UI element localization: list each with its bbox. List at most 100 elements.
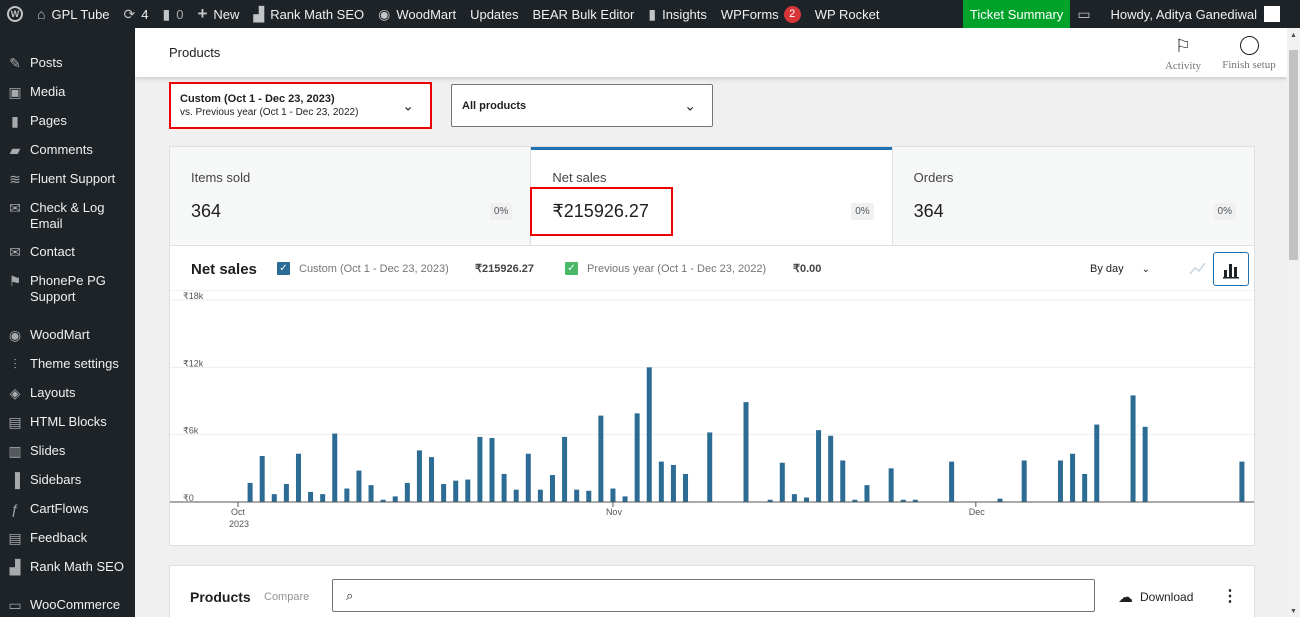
updates-text-link[interactable]: Updates <box>463 0 525 28</box>
date-range-dropdown[interactable]: Custom (Oct 1 - Dec 23, 2023) vs. Previo… <box>169 83 431 128</box>
sidebar-item-cartflows[interactable]: ƒ CartFlows <box>0 501 135 517</box>
sidebar-item-layouts[interactable]: ◈ Layouts <box>0 385 135 401</box>
sidebar-item-slides[interactable]: ▥ Slides <box>0 443 135 459</box>
bar <box>1070 453 1076 502</box>
legend-current[interactable]: ✓ Custom (Oct 1 - Dec 23, 2023) ₹215926.… <box>277 262 567 275</box>
bar <box>1082 473 1088 502</box>
page-header: Products ⚐ Activity Finish setup <box>135 28 1287 77</box>
line-chart-button[interactable] <box>1179 252 1215 286</box>
site-name-link[interactable]: ⌂ GPL Tube <box>30 0 117 28</box>
bar <box>670 464 676 502</box>
notifications-button[interactable]: ▭ <box>1070 0 1103 28</box>
product-filter-dropdown[interactable]: All products ⌄ <box>451 84 713 127</box>
bar <box>271 494 277 502</box>
updates-link[interactable]: ⟳ 4 <box>117 0 156 28</box>
delta-badge: 0% <box>489 203 513 220</box>
sidebars-icon: ▐ <box>10 472 20 488</box>
bar <box>574 489 580 502</box>
sidebar-item-pages[interactable]: ▮ Pages <box>0 113 135 129</box>
sidebar-item-phonepe[interactable]: ⚑ PhonePe PG Support <box>0 273 135 305</box>
bar <box>1142 426 1148 502</box>
bar-chart-button[interactable] <box>1213 252 1249 286</box>
compare-button[interactable]: Compare <box>264 591 309 603</box>
legend-previous[interactable]: ✓ Previous year (Oct 1 - Dec 23, 2022) ₹… <box>565 262 825 275</box>
refresh-icon: ⟳ <box>123 5 136 22</box>
insights-link[interactable]: ▮ Insights <box>641 0 714 28</box>
sidebar-item-woocommerce[interactable]: ▭ WooCommerce <box>0 597 135 613</box>
admin-sidebar: ✎ Posts ▣ Media ▮ Pages ▰ Comments ≋ Fluent S… <box>0 28 135 617</box>
bar <box>622 496 628 502</box>
bar <box>816 430 822 502</box>
bar <box>997 498 1003 502</box>
bar <box>646 367 652 502</box>
bar <box>537 489 543 502</box>
comment-icon: ▰ <box>9 142 21 158</box>
sidebar-item-contact[interactable]: ✉ Contact <box>0 244 135 260</box>
interval-select[interactable]: By day ⌄ <box>1090 263 1150 275</box>
bar <box>707 432 713 502</box>
new-content-link[interactable]: + New <box>190 0 246 28</box>
items-sold-card[interactable]: Items sold 364 0% <box>170 147 532 245</box>
rankmath-icon: ▟ <box>9 559 21 575</box>
search-input[interactable]: ⌕ <box>332 579 1095 612</box>
sidebar-item-feedback[interactable]: ▤ Feedback <box>0 530 135 546</box>
rankmath-link[interactable]: ▟ Rank Math SEO <box>246 0 371 28</box>
activity-button[interactable]: ⚐ Activity <box>1163 36 1203 72</box>
checkbox-checked-icon[interactable]: ✓ <box>277 262 290 275</box>
bar <box>465 479 471 502</box>
sidebar-item-sidebars[interactable]: ▐ Sidebars <box>0 472 135 488</box>
progress-circle-icon <box>1239 36 1259 55</box>
bar <box>1094 424 1100 502</box>
wp-rocket-link[interactable]: WP Rocket <box>808 0 887 28</box>
sidebar-item-posts[interactable]: ✎ Posts <box>0 55 135 71</box>
sidebar-item-comments[interactable]: ▰ Comments <box>0 142 135 158</box>
bar <box>525 453 531 502</box>
sidebar-item-fluent-support[interactable]: ≋ Fluent Support <box>0 171 135 187</box>
more-options-icon[interactable]: ⋮ <box>1222 586 1238 606</box>
sidebar-item-rankmath[interactable]: ▟ Rank Math SEO <box>0 559 135 575</box>
bar <box>598 415 604 502</box>
account-menu[interactable]: Howdy, Aditya Ganediwal <box>1104 0 1300 28</box>
finish-setup-button[interactable]: Finish setup <box>1218 36 1280 71</box>
sidebar-item-html-blocks[interactable]: ▤ HTML Blocks <box>0 414 135 430</box>
bar <box>259 455 265 502</box>
net-sales-chart-panel: Net sales ✓ Custom (Oct 1 - Dec 23, 2023… <box>169 246 1255 546</box>
bar <box>477 436 483 502</box>
cartflows-icon: ƒ <box>11 501 19 517</box>
comments-link[interactable]: ▮ 0 <box>156 0 191 28</box>
bar <box>828 435 834 502</box>
bear-bulk-editor-link[interactable]: BEAR Bulk Editor <box>526 0 642 28</box>
wpforms-link[interactable]: WPForms 2 <box>714 0 808 28</box>
search-icon: ⌕ <box>346 588 354 603</box>
y-tick-label: ₹12k <box>183 358 204 368</box>
notification-icon: ▭ <box>1077 5 1091 22</box>
wordpress-menu[interactable]: W <box>0 0 30 28</box>
ticket-summary-link[interactable]: Ticket Summary <box>962 0 1071 28</box>
bar <box>864 485 870 502</box>
sidebar-item-media[interactable]: ▣ Media <box>0 84 135 100</box>
plus-icon: + <box>197 4 208 23</box>
chart-header: Net sales ✓ Custom (Oct 1 - Dec 23, 2023… <box>170 246 1254 291</box>
download-button[interactable]: ☁ Download <box>1118 588 1193 606</box>
sidebar-item-check-log-email[interactable]: ✉ Check & Log Email <box>0 200 135 232</box>
woodmart-link[interactable]: ◉ WoodMart <box>371 0 463 28</box>
line-chart-icon <box>1189 262 1206 275</box>
sidebar-item-theme-settings[interactable]: ⫶ Theme settings <box>0 356 135 372</box>
scroll-down-icon[interactable]: ▼ <box>1290 608 1297 615</box>
scrollbar-thumb[interactable] <box>1289 50 1298 260</box>
bar <box>949 461 955 502</box>
chevron-down-icon: ⌄ <box>1141 264 1151 275</box>
checkbox-checked-icon[interactable]: ✓ <box>565 262 578 275</box>
net-sales-card[interactable]: Net sales ₹215926.27 0% <box>531 147 893 245</box>
performance-cards: Items sold 364 0% Net sales ₹215926.27 0… <box>169 146 1255 246</box>
sidebar-item-woodmart[interactable]: ◉ WoodMart <box>0 327 135 343</box>
chevron-down-icon: ⌄ <box>402 97 414 113</box>
pages-icon: ▮ <box>11 113 19 129</box>
bar <box>743 402 749 502</box>
orders-card[interactable]: Orders 364 0% <box>892 147 1254 245</box>
page-scrollbar[interactable]: ▲ ▼ <box>1287 28 1300 617</box>
scroll-up-icon[interactable]: ▲ <box>1290 32 1297 39</box>
rankmath-icon: ▟ <box>253 5 265 22</box>
wpforms-badge: 2 <box>783 5 801 23</box>
bar <box>332 433 338 502</box>
